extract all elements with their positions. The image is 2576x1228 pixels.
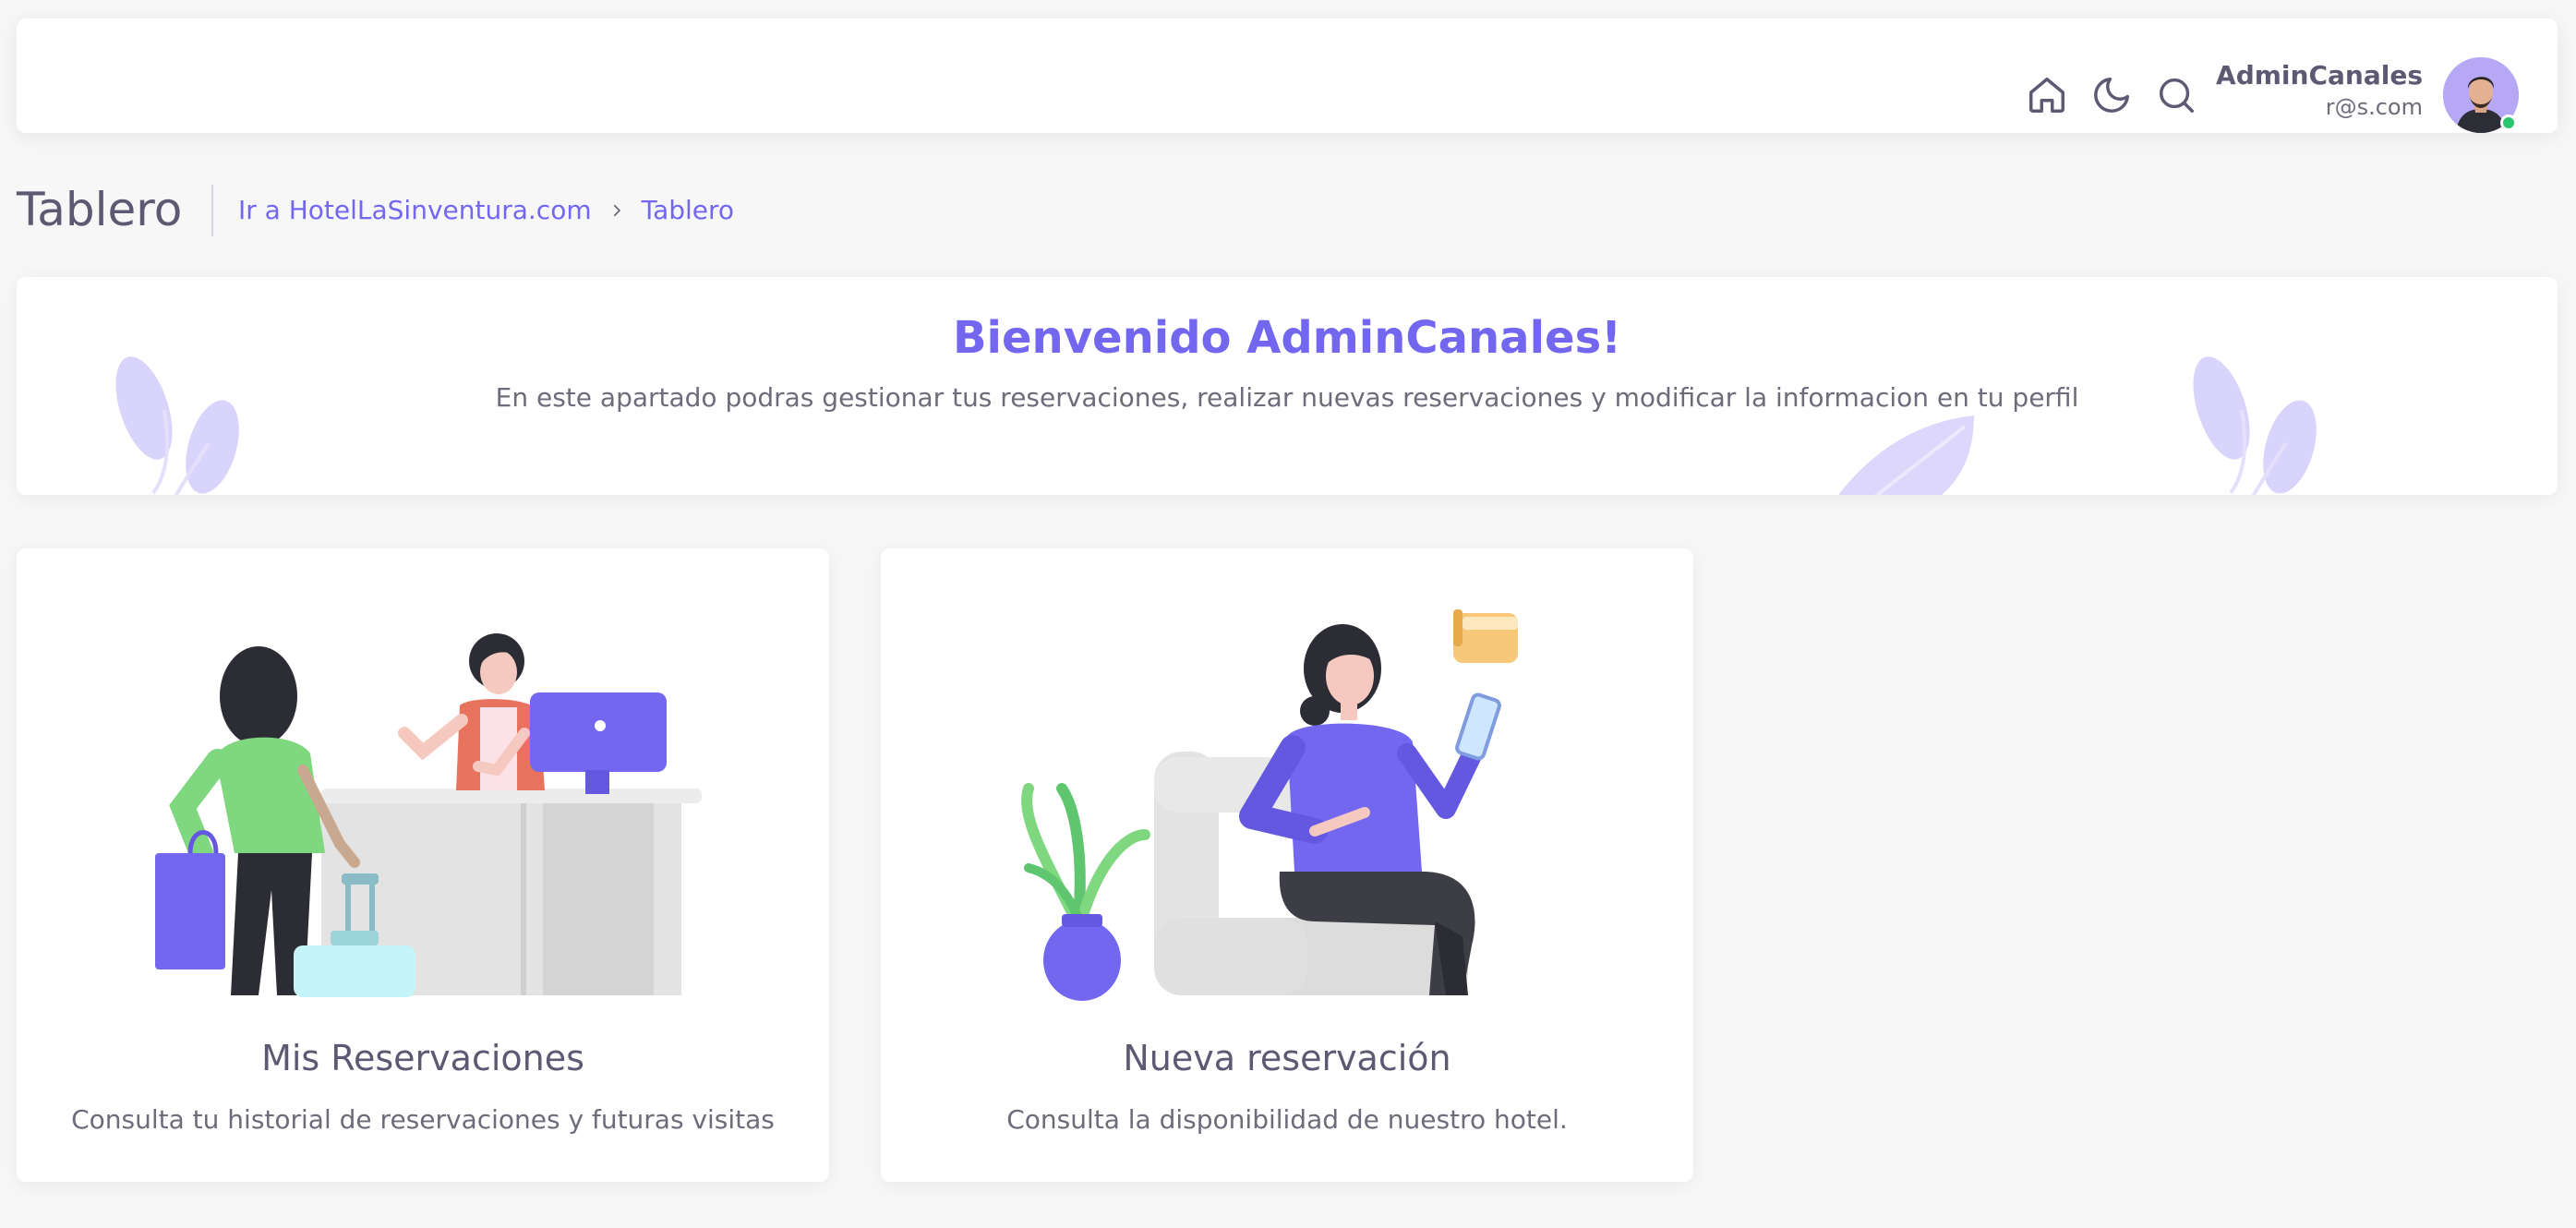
breadcrumb: Ir a HotelLaSinventura.com Tablero [238, 194, 734, 227]
card-my-reservations[interactable]: Mis Reservaciones Consulta tu historial … [17, 548, 829, 1182]
welcome-banner: Bienvenido AdminCanales! En este apartad… [17, 277, 2558, 495]
card-description: Consulta la disponibilidad de nuestro ho… [1006, 1104, 1568, 1135]
user-name: AdminCanales [2216, 60, 2423, 90]
reception-illustration [155, 633, 702, 997]
card-description: Consulta tu historial de reservaciones y… [71, 1104, 775, 1135]
online-status-dot [2500, 114, 2517, 131]
breadcrumb-link-home[interactable]: Ir a HotelLaSinventura.com [238, 194, 592, 227]
user-menu[interactable]: AdminCanales r@s.com [2216, 59, 2423, 122]
card-new-reservation[interactable]: Nueva reservación Consulta la disponibil… [881, 548, 1693, 1182]
page-title: Tablero [17, 183, 183, 236]
chevron-right-icon [608, 202, 625, 219]
card-title: Nueva reservación [1123, 1038, 1451, 1078]
welcome-description: En este apartado podras gestionar tus re… [495, 382, 2079, 413]
top-navbar: AdminCanales r@s.com [17, 18, 2558, 133]
moon-icon[interactable] [2090, 74, 2133, 116]
home-icon[interactable] [2026, 74, 2068, 116]
leaf-decoration-center [1838, 415, 1974, 495]
title-divider [211, 185, 213, 236]
armchair-illustration [1021, 609, 1518, 1001]
user-email: r@s.com [2325, 94, 2423, 120]
leaf-decoration-right [2193, 356, 2317, 495]
avatar[interactable] [2443, 57, 2519, 133]
breadcrumb-current: Tablero [641, 195, 735, 225]
search-icon[interactable] [2155, 74, 2197, 116]
card-title: Mis Reservaciones [261, 1038, 584, 1078]
welcome-title: Bienvenido AdminCanales! [952, 312, 1622, 364]
leaf-decoration-left [115, 356, 239, 495]
